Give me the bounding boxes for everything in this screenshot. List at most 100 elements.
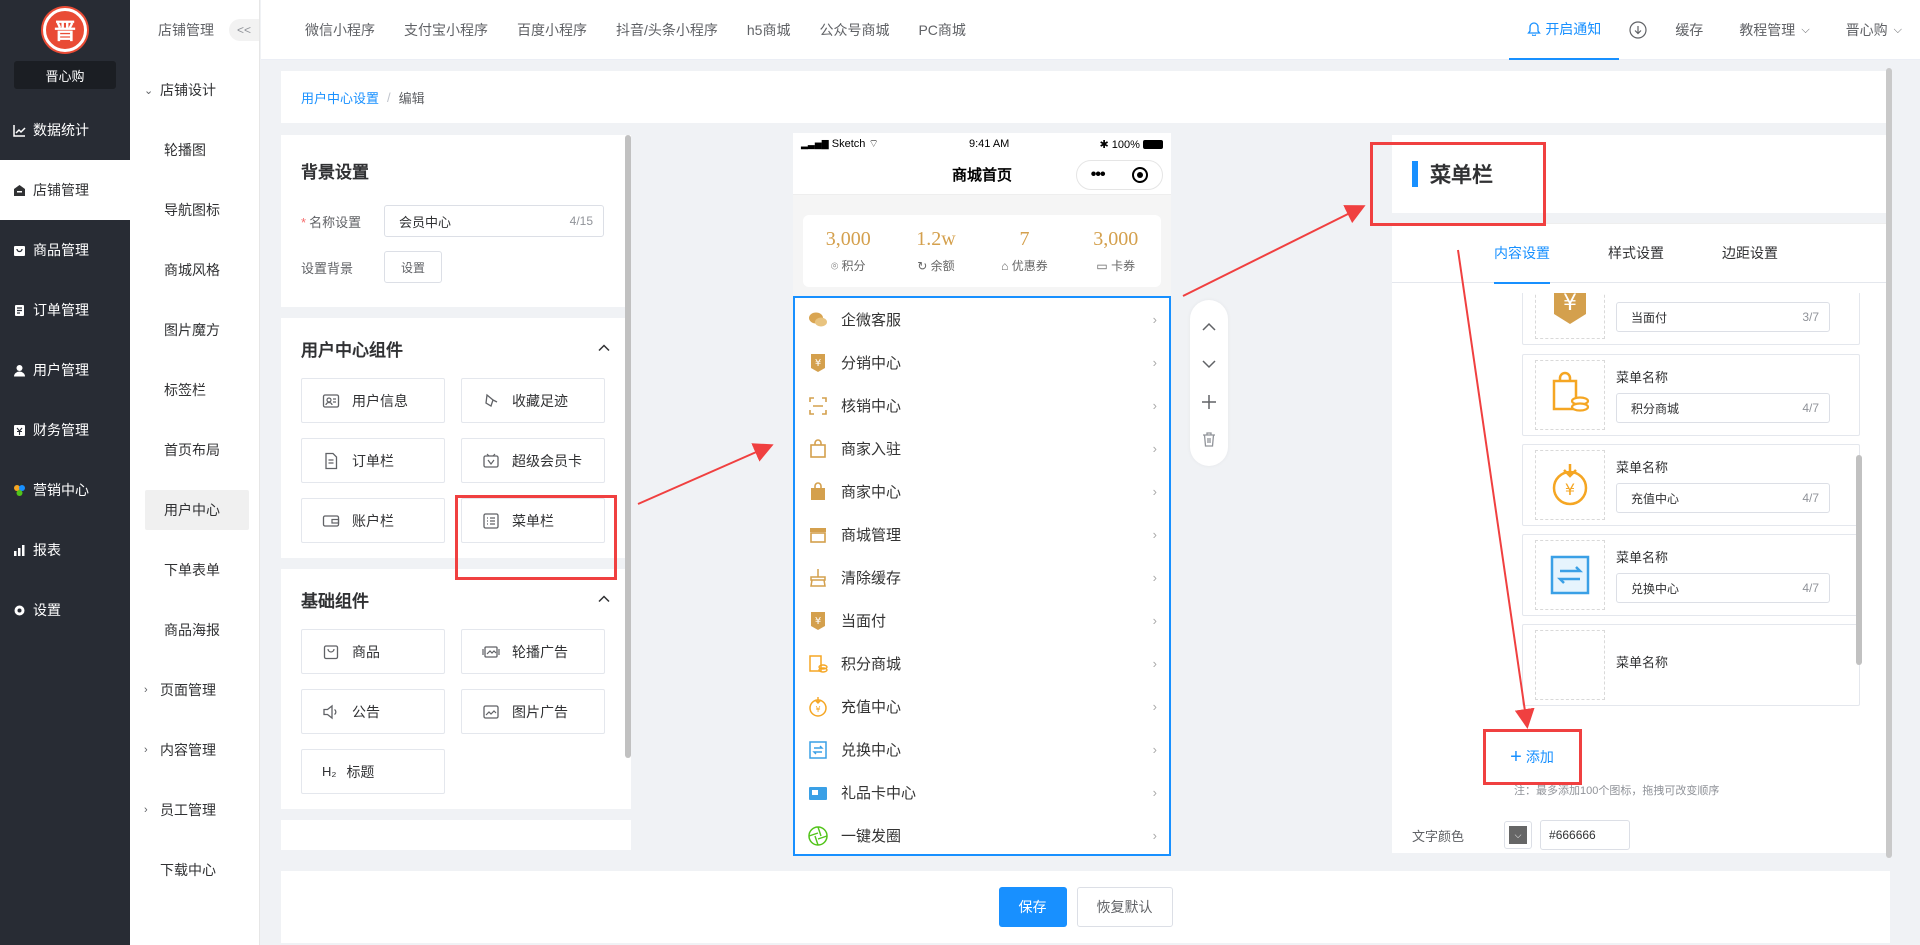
trash-icon[interactable] — [1200, 430, 1218, 448]
stat-points[interactable]: 3,000 ⌾ 积分 — [826, 228, 871, 274]
sidebar-item-marketing[interactable]: 营销中心 — [0, 460, 130, 520]
menu-row-wecom[interactable]: 企微客服 › — [795, 298, 1169, 341]
menu-row-gift-card[interactable]: 礼品卡中心 › — [795, 771, 1169, 814]
move-down-icon[interactable] — [1200, 355, 1218, 373]
component-carousel-ad[interactable]: 轮播广告 — [461, 629, 605, 674]
menu-row-verify[interactable]: 核销中心 › — [795, 384, 1169, 427]
sidebar-item-report[interactable]: 报表 — [0, 520, 130, 580]
bg-setting-button[interactable]: 设置 — [384, 251, 443, 283]
icon-picker[interactable]: ¥ — [1535, 450, 1605, 520]
color-hex-input[interactable]: #666666 — [1540, 820, 1631, 850]
stat-balance[interactable]: 1.2w ↻ 余额 — [916, 228, 955, 274]
stat-cards[interactable]: 3,000 ▭ 卡券 — [1093, 228, 1138, 274]
icon-picker[interactable] — [1535, 360, 1605, 430]
subside-item-poster[interactable]: 商品海报 — [130, 600, 259, 660]
subside-group-shop-design[interactable]: ⌄ 店铺设计 — [130, 60, 259, 120]
component-account-bar[interactable]: 账户栏 — [301, 498, 445, 543]
breadcrumb-parent-link[interactable]: 用户中心设置 — [301, 88, 379, 107]
sidebar-item-goods[interactable]: 商品管理 — [0, 220, 130, 280]
sidebar-item-settings[interactable]: 设置 — [0, 580, 130, 640]
menu-name-input[interactable]: 兑换中心 4/7 — [1616, 573, 1830, 603]
menu-row-merchant-join[interactable]: 商家入驻 › — [795, 427, 1169, 470]
page-scrollbar[interactable] — [1886, 68, 1892, 858]
menu-item-editor[interactable]: 菜单名称 兑换中心 4/7 — [1522, 534, 1860, 616]
miniprogram-capsule[interactable]: ••• — [1076, 160, 1163, 190]
tab-content-settings[interactable]: 内容设置 — [1494, 223, 1550, 284]
menu-row-store-manage[interactable]: 商城管理 › — [795, 513, 1169, 556]
tab-official-account[interactable]: 公众号商城 — [819, 20, 889, 40]
shop-name[interactable]: 晋心购 — [14, 61, 116, 89]
tab-wechat[interactable]: 微信小程序 — [305, 20, 375, 40]
save-button[interactable]: 保存 — [998, 887, 1067, 927]
chevron-up-icon[interactable] — [597, 592, 611, 606]
subside-item-home-layout[interactable]: 首页布局 — [130, 420, 259, 480]
component-title[interactable]: H₂ 标题 — [301, 749, 445, 794]
user-dropdown[interactable]: 晋心购 ⌵ — [1828, 0, 1920, 60]
tutorial-dropdown[interactable]: 教程管理 ⌵ — [1721, 0, 1827, 60]
stat-coupons[interactable]: 7 ⌂ 优惠券 — [1001, 228, 1048, 274]
cache-button[interactable]: 缓存 — [1657, 0, 1721, 60]
menu-row-distribution[interactable]: ¥ 分销中心 › — [795, 341, 1169, 384]
phone-menu-list[interactable]: 企微客服 › ¥ 分销中心 › 核销中心 › 商家入驻 › 商家中心 › 商城管理 › 清除缓… — [793, 296, 1171, 856]
sidebar-item-stats[interactable]: 数据统计 — [0, 100, 130, 160]
right-list-scrollbar[interactable] — [1856, 455, 1862, 665]
tab-pc[interactable]: PC商城 — [918, 20, 965, 40]
menu-row-recharge[interactable]: ¥ 充值中心 › — [795, 685, 1169, 728]
component-favorites[interactable]: 收藏足迹 — [461, 378, 605, 423]
component-goods[interactable]: 商品 — [301, 629, 445, 674]
subside-item-user-center[interactable]: 用户中心 — [145, 490, 249, 530]
chevron-up-icon[interactable] — [597, 341, 611, 355]
subside-item-banner[interactable]: 轮播图 — [130, 120, 259, 180]
menu-row-exchange[interactable]: 兑换中心 › — [795, 728, 1169, 771]
notify-button[interactable]: 开启通知 — [1509, 0, 1620, 60]
component-vip-card[interactable]: 超级会员卡 — [461, 438, 605, 483]
menu-row-merchant-center[interactable]: 商家中心 › — [795, 470, 1169, 513]
icon-picker[interactable] — [1535, 630, 1605, 700]
more-dots-icon[interactable]: ••• — [1091, 166, 1106, 184]
subside-group-staff[interactable]: › 员工管理 — [130, 780, 259, 840]
sidebar-item-orders[interactable]: 订单管理 — [0, 280, 130, 340]
component-image-ad[interactable]: 图片广告 — [461, 689, 605, 734]
menu-name-input[interactable]: 充值中心 4/7 — [1616, 483, 1830, 513]
component-order-bar[interactable]: 订单栏 — [301, 438, 445, 483]
subside-item-style[interactable]: 商城风格 — [130, 240, 259, 300]
menu-row-face-pay[interactable]: ¥ 当面付 › — [795, 599, 1169, 642]
subside-group-content[interactable]: › 内容管理 — [130, 720, 259, 780]
subside-item-tabbar[interactable]: 标签栏 — [130, 360, 259, 420]
collapse-button[interactable]: << — [229, 19, 259, 41]
sidebar-item-shop[interactable]: 店铺管理 — [0, 160, 130, 220]
menu-row-moments[interactable]: 一键发圈 › — [795, 814, 1169, 854]
move-up-icon[interactable] — [1200, 318, 1218, 336]
menu-item-editor[interactable]: ¥ 菜单名称当面付 3/7 — [1522, 293, 1860, 345]
component-notice[interactable]: 公告 — [301, 689, 445, 734]
menu-row-clear-cache[interactable]: 清除缓存 › — [795, 556, 1169, 599]
tab-baidu[interactable]: 百度小程序 — [517, 20, 587, 40]
menu-item-editor[interactable]: ¥ 菜单名称 充值中心 4/7 — [1522, 444, 1860, 526]
name-input[interactable]: 会员中心 4/15 — [384, 205, 604, 237]
subside-item-order-form[interactable]: 下单表单 — [130, 540, 259, 600]
subside-item-image-cube[interactable]: 图片魔方 — [130, 300, 259, 360]
menu-name-input[interactable]: 当面付 3/7 — [1616, 302, 1830, 332]
color-picker[interactable]: ⌵ — [1504, 821, 1533, 849]
menu-row-points-mall[interactable]: 积分商城 › — [795, 642, 1169, 685]
tab-spacing-settings[interactable]: 边距设置 — [1722, 223, 1778, 283]
tab-style-settings[interactable]: 样式设置 — [1608, 223, 1664, 283]
icon-picker[interactable]: ¥ — [1535, 293, 1605, 339]
plus-icon[interactable] — [1200, 393, 1218, 411]
subside-item-download[interactable]: 下载中心 — [130, 840, 259, 900]
icon-picker[interactable] — [1535, 540, 1605, 610]
reset-button[interactable]: 恢复默认 — [1076, 887, 1173, 927]
close-target-icon[interactable] — [1132, 167, 1149, 183]
menu-name-input[interactable]: 积分商城 4/7 — [1616, 393, 1830, 423]
download-button[interactable] — [1619, 0, 1657, 60]
tab-douyin[interactable]: 抖音/头条小程序 — [616, 20, 718, 40]
sidebar-item-users[interactable]: 用户管理 — [0, 340, 130, 400]
sidebar-item-finance[interactable]: 财务管理 — [0, 400, 130, 460]
subside-group-pages[interactable]: › 页面管理 — [130, 660, 259, 720]
component-user-info[interactable]: 用户信息 — [301, 378, 445, 423]
subside-item-nav-icons[interactable]: 导航图标 — [130, 180, 259, 240]
tab-h5[interactable]: h5商城 — [747, 20, 791, 40]
tab-alipay[interactable]: 支付宝小程序 — [404, 20, 488, 40]
menu-item-editor[interactable]: 菜单名称 — [1522, 624, 1860, 706]
menu-item-editor[interactable]: 菜单名称 积分商城 4/7 — [1522, 354, 1860, 436]
